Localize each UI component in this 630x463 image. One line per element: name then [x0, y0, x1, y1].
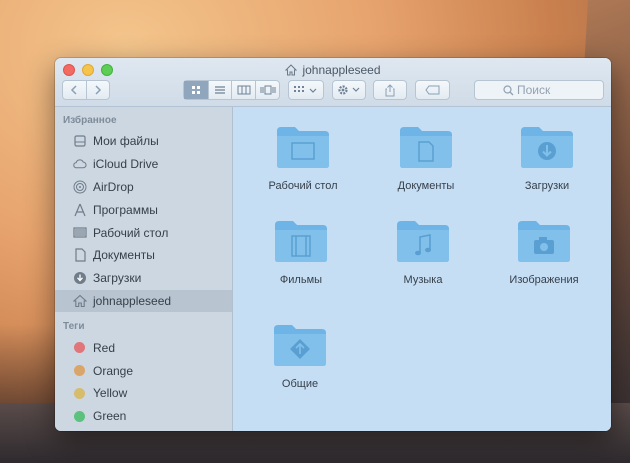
- column-view-button[interactable]: [231, 81, 255, 99]
- sidebar-item-home[interactable]: johnappleseed: [55, 289, 232, 313]
- sidebar-tag-green[interactable]: Green: [55, 405, 232, 428]
- sidebar-tag-orange[interactable]: Orange: [55, 359, 232, 382]
- sidebar-item-label: Загрузки: [93, 271, 142, 286]
- sidebar-item-label: johnappleseed: [93, 293, 172, 308]
- sidebar-item-label: Yellow: [93, 386, 128, 401]
- tags-heading: Теги: [63, 321, 85, 333]
- home-icon: [285, 64, 298, 76]
- arrange-button[interactable]: [288, 80, 324, 100]
- share-button[interactable]: [373, 80, 407, 100]
- pictures-folder-icon: [518, 221, 570, 262]
- public-folder-icon: [274, 325, 326, 366]
- cover-flow-icon: [260, 85, 276, 95]
- finder-window[interactable]: johnappleseed Поиск Избранное Мои файлы …: [55, 58, 611, 431]
- arrange-grid-icon: [294, 86, 317, 93]
- home-icon: [72, 293, 87, 308]
- downloads-folder-icon: [521, 127, 573, 168]
- search-field[interactable]: Поиск: [474, 80, 604, 100]
- applications-icon: [72, 202, 87, 217]
- search-placeholder: Поиск: [517, 83, 551, 97]
- movies-folder-icon: [275, 221, 327, 262]
- search-icon: [503, 85, 514, 96]
- folder-label: Фильмы: [279, 274, 323, 286]
- sidebar-item-label: AirDrop: [93, 179, 134, 194]
- chevron-right-icon: [95, 85, 102, 95]
- airdrop-icon: [72, 179, 87, 194]
- sidebar-item-label: Red: [93, 340, 116, 355]
- back-button[interactable]: [63, 81, 86, 99]
- favorites-heading: Избранное: [63, 115, 117, 126]
- sidebar-item-label: Программы: [93, 202, 158, 217]
- sidebar-item-documents[interactable]: Документы: [55, 244, 232, 267]
- folder-label: Рабочий стол: [268, 180, 338, 192]
- sidebar-item-label: iCloud Drive: [93, 157, 159, 172]
- desktop-icon: [72, 225, 87, 240]
- sidebar-item-desktop[interactable]: Рабочий стол: [55, 221, 232, 244]
- sidebar: Избранное Мои файлы iCloud Drive AirDrop…: [55, 107, 233, 431]
- all-my-files-icon: [72, 134, 87, 149]
- folder-label: Музыка: [403, 274, 443, 286]
- sidebar-item-label: Orange: [93, 363, 134, 378]
- sidebar-item-label: Рабочий стол: [93, 225, 169, 240]
- icon-view-button[interactable]: [184, 81, 208, 99]
- edit-tags-button[interactable]: [415, 80, 450, 100]
- cover-flow-button[interactable]: [255, 81, 279, 99]
- orange-tag-dot-icon: [74, 365, 85, 377]
- share-icon: [385, 83, 395, 96]
- folder-label: Документы: [397, 180, 455, 192]
- navigation-buttons: [62, 80, 110, 100]
- gear-icon: [338, 85, 360, 95]
- file-browser[interactable]: Рабочий стол Документы Загрузки Фильмы М…: [233, 107, 611, 431]
- desktop-folder-icon: [277, 127, 329, 168]
- sidebar-tag-yellow[interactable]: Yellow: [55, 382, 232, 405]
- folder-pictures[interactable]: Изображения: [494, 217, 594, 286]
- folder-documents[interactable]: Документы: [376, 123, 476, 192]
- music-folder-icon: [397, 221, 449, 262]
- downloads-icon: [72, 271, 87, 286]
- sidebar-item-all-my-files[interactable]: Мои файлы: [55, 130, 232, 153]
- folder-label: Общие: [281, 378, 319, 390]
- folder-label: Загрузки: [524, 180, 570, 192]
- folder-label: Изображения: [509, 274, 579, 286]
- folder-public[interactable]: Общие: [250, 321, 350, 390]
- folder-downloads[interactable]: Загрузки: [497, 123, 597, 192]
- sidebar-item-icloud-drive[interactable]: iCloud Drive: [55, 153, 232, 176]
- list-icon: [215, 86, 226, 94]
- red-tag-dot-icon: [74, 342, 85, 354]
- green-tag-dot-icon: [74, 410, 85, 422]
- action-button[interactable]: [332, 80, 366, 100]
- folder-desktop[interactable]: Рабочий стол: [253, 123, 353, 192]
- sidebar-item-airdrop[interactable]: AirDrop: [55, 176, 232, 199]
- sidebar-item-label: Документы: [93, 248, 155, 263]
- titlebar[interactable]: johnappleseed Поиск: [55, 58, 611, 107]
- sidebar-item-label: Green: [93, 409, 127, 424]
- sidebar-item-label: Мои файлы: [93, 134, 159, 149]
- chevron-left-icon: [71, 85, 78, 95]
- columns-icon: [237, 85, 251, 95]
- sidebar-item-applications[interactable]: Программы: [55, 198, 232, 221]
- sidebar-tag-red[interactable]: Red: [55, 336, 232, 359]
- sidebar-item-downloads[interactable]: Загрузки: [55, 267, 232, 290]
- forward-button[interactable]: [85, 81, 109, 99]
- folder-music[interactable]: Музыка: [373, 217, 473, 286]
- documents-folder-icon: [400, 127, 452, 168]
- tag-icon: [424, 85, 439, 95]
- folder-movies[interactable]: Фильмы: [251, 217, 351, 286]
- window-title-text: johnappleseed: [302, 63, 381, 77]
- window-title: johnappleseed: [55, 63, 611, 77]
- cloud-icon: [72, 157, 87, 172]
- icon-grid-icon: [191, 86, 200, 94]
- documents-icon: [72, 248, 87, 263]
- yellow-tag-dot-icon: [74, 387, 85, 399]
- view-mode-selector: [183, 80, 280, 100]
- list-view-button[interactable]: [207, 81, 232, 99]
